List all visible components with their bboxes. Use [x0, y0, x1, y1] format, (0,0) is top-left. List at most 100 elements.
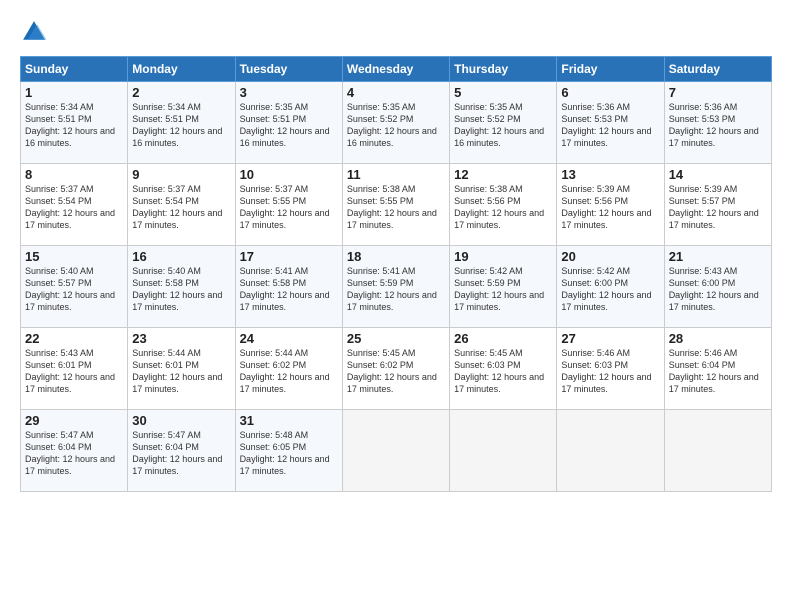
day-number: 28	[669, 331, 767, 346]
calendar-day-cell: 20 Sunrise: 5:42 AMSunset: 6:00 PMDayligh…	[557, 246, 664, 328]
day-number: 12	[454, 167, 552, 182]
day-number: 4	[347, 85, 445, 100]
calendar-day-cell: 27 Sunrise: 5:46 AMSunset: 6:03 PMDayligh…	[557, 328, 664, 410]
calendar-day-cell	[664, 410, 771, 492]
calendar-day-cell: 12 Sunrise: 5:38 AMSunset: 5:56 PMDayligh…	[450, 164, 557, 246]
day-info: Sunrise: 5:35 AMSunset: 5:52 PMDaylight:…	[347, 102, 437, 148]
calendar-day-cell: 16 Sunrise: 5:40 AMSunset: 5:58 PMDayligh…	[128, 246, 235, 328]
day-info: Sunrise: 5:42 AMSunset: 5:59 PMDaylight:…	[454, 266, 544, 312]
logo	[20, 18, 52, 46]
day-info: Sunrise: 5:36 AMSunset: 5:53 PMDaylight:…	[561, 102, 651, 148]
day-info: Sunrise: 5:38 AMSunset: 5:55 PMDaylight:…	[347, 184, 437, 230]
day-info: Sunrise: 5:37 AMSunset: 5:54 PMDaylight:…	[25, 184, 115, 230]
calendar-day-header: Friday	[557, 57, 664, 82]
day-info: Sunrise: 5:37 AMSunset: 5:55 PMDaylight:…	[240, 184, 330, 230]
day-info: Sunrise: 5:48 AMSunset: 6:05 PMDaylight:…	[240, 430, 330, 476]
calendar-day-cell: 2 Sunrise: 5:34 AMSunset: 5:51 PMDaylight…	[128, 82, 235, 164]
day-number: 19	[454, 249, 552, 264]
calendar-day-cell: 9 Sunrise: 5:37 AMSunset: 5:54 PMDaylight…	[128, 164, 235, 246]
calendar-day-cell: 21 Sunrise: 5:43 AMSunset: 6:00 PMDayligh…	[664, 246, 771, 328]
day-number: 9	[132, 167, 230, 182]
day-info: Sunrise: 5:39 AMSunset: 5:57 PMDaylight:…	[669, 184, 759, 230]
day-info: Sunrise: 5:44 AMSunset: 6:01 PMDaylight:…	[132, 348, 222, 394]
day-info: Sunrise: 5:41 AMSunset: 5:58 PMDaylight:…	[240, 266, 330, 312]
calendar-day-cell: 17Sunrise: 5:41 AMSunset: 5:58 PMDayligh…	[235, 246, 342, 328]
calendar-day-cell: 13 Sunrise: 5:39 AMSunset: 5:56 PMDayligh…	[557, 164, 664, 246]
day-info: Sunrise: 5:44 AMSunset: 6:02 PMDaylight:…	[240, 348, 330, 394]
calendar-day-cell: 28 Sunrise: 5:46 AMSunset: 6:04 PMDayligh…	[664, 328, 771, 410]
calendar-day-cell: 5 Sunrise: 5:35 AMSunset: 5:52 PMDaylight…	[450, 82, 557, 164]
calendar-day-cell: 22Sunrise: 5:43 AMSunset: 6:01 PMDayligh…	[21, 328, 128, 410]
logo-icon	[20, 18, 48, 46]
day-number: 26	[454, 331, 552, 346]
calendar-day-cell: 29 Sunrise: 5:47 AMSunset: 6:04 PMDayligh…	[21, 410, 128, 492]
day-info: Sunrise: 5:34 AMSunset: 5:51 PMDaylight:…	[132, 102, 222, 148]
day-info: Sunrise: 5:45 AMSunset: 6:02 PMDaylight:…	[347, 348, 437, 394]
calendar-day-header: Wednesday	[342, 57, 449, 82]
calendar-day-cell: 4 Sunrise: 5:35 AMSunset: 5:52 PMDaylight…	[342, 82, 449, 164]
day-number: 22	[25, 331, 123, 346]
calendar-day-cell: 23Sunrise: 5:44 AMSunset: 6:01 PMDayligh…	[128, 328, 235, 410]
day-info: Sunrise: 5:37 AMSunset: 5:54 PMDaylight:…	[132, 184, 222, 230]
day-info: Sunrise: 5:47 AMSunset: 6:04 PMDaylight:…	[25, 430, 115, 476]
day-info: Sunrise: 5:41 AMSunset: 5:59 PMDaylight:…	[347, 266, 437, 312]
day-info: Sunrise: 5:47 AMSunset: 6:04 PMDaylight:…	[132, 430, 222, 476]
calendar-week-row: 29 Sunrise: 5:47 AMSunset: 6:04 PMDayligh…	[21, 410, 772, 492]
day-info: Sunrise: 5:35 AMSunset: 5:52 PMDaylight:…	[454, 102, 544, 148]
day-number: 10	[240, 167, 338, 182]
day-number: 31	[240, 413, 338, 428]
day-number: 5	[454, 85, 552, 100]
calendar-day-cell: 11 Sunrise: 5:38 AMSunset: 5:55 PMDayligh…	[342, 164, 449, 246]
calendar-week-row: 8 Sunrise: 5:37 AMSunset: 5:54 PMDaylight…	[21, 164, 772, 246]
day-info: Sunrise: 5:46 AMSunset: 6:04 PMDaylight:…	[669, 348, 759, 394]
day-number: 8	[25, 167, 123, 182]
calendar-week-row: 1 Sunrise: 5:34 AMSunset: 5:51 PMDaylight…	[21, 82, 772, 164]
day-number: 18	[347, 249, 445, 264]
calendar-day-cell: 3 Sunrise: 5:35 AMSunset: 5:51 PMDaylight…	[235, 82, 342, 164]
day-number: 13	[561, 167, 659, 182]
calendar-header-row: SundayMondayTuesdayWednesdayThursdayFrid…	[21, 57, 772, 82]
day-info: Sunrise: 5:38 AMSunset: 5:56 PMDaylight:…	[454, 184, 544, 230]
day-number: 20	[561, 249, 659, 264]
day-info: Sunrise: 5:46 AMSunset: 6:03 PMDaylight:…	[561, 348, 651, 394]
calendar-day-header: Monday	[128, 57, 235, 82]
calendar-day-header: Tuesday	[235, 57, 342, 82]
calendar-day-cell: 26Sunrise: 5:45 AMSunset: 6:03 PMDayligh…	[450, 328, 557, 410]
day-info: Sunrise: 5:40 AMSunset: 5:58 PMDaylight:…	[132, 266, 222, 312]
day-number: 2	[132, 85, 230, 100]
calendar-day-cell: 1 Sunrise: 5:34 AMSunset: 5:51 PMDaylight…	[21, 82, 128, 164]
calendar-day-header: Sunday	[21, 57, 128, 82]
calendar-table: SundayMondayTuesdayWednesdayThursdayFrid…	[20, 56, 772, 492]
day-number: 3	[240, 85, 338, 100]
day-info: Sunrise: 5:39 AMSunset: 5:56 PMDaylight:…	[561, 184, 651, 230]
header	[20, 18, 772, 46]
day-number: 21	[669, 249, 767, 264]
calendar-day-cell: 14Sunrise: 5:39 AMSunset: 5:57 PMDayligh…	[664, 164, 771, 246]
day-number: 6	[561, 85, 659, 100]
calendar-week-row: 22Sunrise: 5:43 AMSunset: 6:01 PMDayligh…	[21, 328, 772, 410]
page: SundayMondayTuesdayWednesdayThursdayFrid…	[0, 0, 792, 612]
day-info: Sunrise: 5:35 AMSunset: 5:51 PMDaylight:…	[240, 102, 330, 148]
calendar-day-cell	[557, 410, 664, 492]
day-info: Sunrise: 5:34 AMSunset: 5:51 PMDaylight:…	[25, 102, 115, 148]
calendar-day-cell	[342, 410, 449, 492]
calendar-day-cell: 18 Sunrise: 5:41 AMSunset: 5:59 PMDayligh…	[342, 246, 449, 328]
calendar-day-cell: 6 Sunrise: 5:36 AMSunset: 5:53 PMDaylight…	[557, 82, 664, 164]
day-number: 1	[25, 85, 123, 100]
day-info: Sunrise: 5:36 AMSunset: 5:53 PMDaylight:…	[669, 102, 759, 148]
day-info: Sunrise: 5:43 AMSunset: 6:00 PMDaylight:…	[669, 266, 759, 312]
calendar-day-cell: 19 Sunrise: 5:42 AMSunset: 5:59 PMDayligh…	[450, 246, 557, 328]
calendar-day-cell: 7Sunrise: 5:36 AMSunset: 5:53 PMDaylight…	[664, 82, 771, 164]
calendar-day-cell	[450, 410, 557, 492]
day-number: 16	[132, 249, 230, 264]
calendar-day-cell: 25Sunrise: 5:45 AMSunset: 6:02 PMDayligh…	[342, 328, 449, 410]
calendar-day-cell: 24Sunrise: 5:44 AMSunset: 6:02 PMDayligh…	[235, 328, 342, 410]
day-number: 15	[25, 249, 123, 264]
day-info: Sunrise: 5:40 AMSunset: 5:57 PMDaylight:…	[25, 266, 115, 312]
day-number: 11	[347, 167, 445, 182]
day-number: 27	[561, 331, 659, 346]
day-info: Sunrise: 5:42 AMSunset: 6:00 PMDaylight:…	[561, 266, 651, 312]
calendar-week-row: 15 Sunrise: 5:40 AMSunset: 5:57 PMDayligh…	[21, 246, 772, 328]
calendar-day-cell: 8 Sunrise: 5:37 AMSunset: 5:54 PMDaylight…	[21, 164, 128, 246]
day-number: 29	[25, 413, 123, 428]
